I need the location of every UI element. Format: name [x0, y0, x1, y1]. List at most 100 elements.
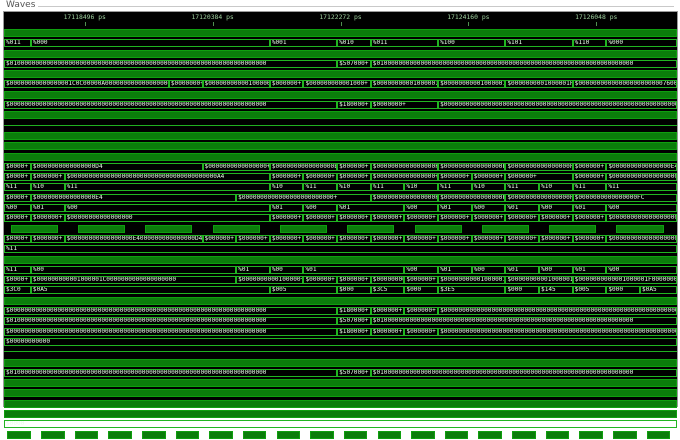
bus-value[interactable]: %00 [471, 265, 506, 274]
bus-value[interactable]: $010000000000000000000000000000000000000… [4, 368, 338, 377]
signal-row[interactable] [4, 347, 677, 357]
bus-value[interactable]: $000000+ [370, 327, 405, 336]
bus-value[interactable]: %00 [606, 265, 677, 274]
bus-value[interactable]: %110 [572, 39, 607, 48]
bus-value[interactable]: $0000+ [4, 234, 31, 243]
bus-value[interactable]: %11 [4, 265, 31, 274]
bus-value[interactable]: %101 [505, 39, 573, 48]
bus-value[interactable]: $000000+ [404, 327, 439, 336]
bus-value[interactable]: $00000000001000001+ [438, 80, 506, 89]
bus-value[interactable]: $0000+ [4, 162, 31, 171]
signal-row[interactable] [4, 224, 677, 234]
waveform-panel[interactable]: 17118496 ps 17120384 ps 17122272 ps 1712416… [3, 11, 678, 439]
bus-value[interactable]: $145 [539, 286, 573, 295]
bus-value[interactable]: %01 [269, 204, 304, 213]
bus-value[interactable]: $000000+ [370, 307, 405, 316]
bus-value[interactable]: $010000000000000000000000000000000000000… [4, 59, 338, 68]
bus-value[interactable]: %01 [438, 204, 472, 213]
bus-value[interactable]: $000000000001000001C0000000000000000000 [30, 276, 237, 285]
bus-value[interactable]: $0000+ [4, 276, 31, 285]
bus-value[interactable]: $005 [572, 286, 607, 295]
bus-value[interactable]: $000000+ [505, 234, 540, 243]
bus-value[interactable]: $0000000000000000000000000+ [236, 193, 371, 202]
bus-value[interactable]: $000000+ [269, 234, 304, 243]
bus-value[interactable]: $000000000000000000000000000000000000000… [64, 173, 270, 182]
bus-value[interactable]: %11 [438, 183, 472, 192]
bus-value[interactable]: $000000+ [337, 234, 371, 243]
bus-value[interactable]: $0000000000000000F8 [505, 193, 573, 202]
bus-value[interactable]: $000000+ [471, 214, 506, 223]
bus-value[interactable]: $0000+ [4, 173, 31, 182]
bus-value[interactable]: $010000000000000000000000000000000000000… [370, 368, 677, 377]
bus-value[interactable]: $000000+ [572, 234, 607, 243]
signal-row[interactable] [4, 121, 677, 131]
bus-value[interactable]: $000000+ [539, 234, 573, 243]
bus-value[interactable]: %011 [370, 39, 439, 48]
bus-value[interactable]: $005 [269, 286, 338, 295]
signal-row[interactable]: $0000+ $0000000000000000E4 $00000000000000… [4, 193, 677, 203]
bus-value[interactable]: $0000000000000000000 [606, 234, 677, 243]
bus-value[interactable]: $000000+ [202, 234, 237, 243]
signal-row[interactable]: %00 %01 %00 %01 %00 %01 %00 %01 %00 %01 %00 %01 %00 [4, 203, 677, 213]
signal-row[interactable]: $0000+ $000000+ $00000000000000000E4000000… [4, 234, 677, 244]
signal-row[interactable] [4, 358, 677, 368]
bus-value[interactable]: %01 [303, 265, 405, 274]
signal-row[interactable] [4, 296, 677, 306]
bus-value[interactable]: %10 [337, 183, 371, 192]
bus-value[interactable]: $000000+ [30, 173, 65, 182]
bus-value[interactable]: $010000000000000000000000000000000000000… [370, 59, 677, 68]
signal-row[interactable] [4, 49, 677, 59]
bus-value[interactable]: $000000+ [236, 234, 270, 243]
signal-row[interactable] [4, 399, 677, 409]
bus-value[interactable]: $00000000000 [4, 337, 677, 346]
bus-value[interactable]: $010000000000000000000000000000000000000… [4, 317, 338, 326]
bus-value[interactable]: $0000000+ [168, 80, 203, 89]
signal-row[interactable]: $0000+ $000000+ $0000000000000000000000000… [4, 172, 677, 182]
signal-row[interactable]: $000000000000000000000000000000000000000… [4, 306, 677, 316]
signal-row[interactable]: $00000000000 [4, 337, 677, 347]
bus-value[interactable]: $010000000000000000000000000000000000000… [370, 317, 677, 326]
signal-row[interactable]: $00000000000000001C0C00000A0000000000000… [4, 79, 677, 89]
bus-value[interactable]: $000000000000000000000000000000000000000… [4, 307, 338, 316]
signal-row[interactable]: $000000000000000000000000000000000000000… [4, 327, 677, 337]
bus-value[interactable]: $0000000000000000F8 [505, 162, 573, 171]
signal-row[interactable] [4, 90, 677, 100]
bus-value[interactable]: %10 [404, 183, 439, 192]
bus-value[interactable]: $000000+ [30, 214, 65, 223]
bus-value[interactable]: $00000000000000000 [64, 214, 270, 223]
bus-value[interactable]: $0000000000000000D4 [30, 162, 203, 171]
bus-value[interactable]: $0000000+ [370, 101, 439, 110]
bus-value[interactable]: $507000+ [337, 59, 371, 68]
bus-value[interactable]: $0000+ [4, 193, 31, 202]
bus-value[interactable]: $000 [606, 286, 640, 295]
bus-value[interactable]: %00 [404, 204, 439, 213]
bus-value[interactable]: $0000000000001000001F0000000000000000000 [572, 276, 677, 285]
time-ruler[interactable]: 17118496 ps 17120384 ps 17122272 ps 1712416… [4, 12, 677, 26]
bus-value[interactable]: %00 [303, 204, 338, 213]
bus-value[interactable]: %01 [30, 204, 65, 213]
signal-row[interactable]: $0000+ $000000+ $00000000000000000 $000000+… [4, 213, 677, 223]
bus-value[interactable]: %01 [236, 265, 270, 274]
bus-value[interactable]: $000000+ [404, 214, 439, 223]
bus-value[interactable]: $000000+ [303, 173, 338, 182]
bus-value[interactable]: %11 [606, 183, 677, 192]
bus-value[interactable]: %011 [4, 39, 31, 48]
bus-value[interactable]: %000 [606, 39, 677, 48]
bus-value[interactable]: $000000+ [505, 173, 573, 182]
bus-value[interactable]: $000 [337, 286, 371, 295]
bus-value[interactable]: $00000000001000001+ [370, 276, 405, 285]
bus-value[interactable]: %10 [30, 183, 65, 192]
bus-value[interactable]: $000000+ [404, 276, 439, 285]
bus-value[interactable]: $0000000000100000+ [236, 276, 304, 285]
signal-row[interactable]: %11 %00 %01 %00 %01 %00 %01 %00 %01 %00 %01 %00 [4, 265, 677, 275]
signal-row[interactable] [4, 28, 677, 38]
bus-value[interactable]: $0000000001000001F810F8A0000000000000000… [505, 80, 573, 89]
bus-value[interactable]: %100 [438, 39, 506, 48]
bus-value[interactable]: $000000+ [471, 173, 506, 182]
bus-value[interactable]: $000000000000000000000000000000000000000… [4, 327, 338, 336]
bus-value[interactable]: $000000+ [303, 214, 338, 223]
bus-value[interactable]: $0000000000000000F4 [438, 193, 506, 202]
bus-value[interactable]: $0A5 [30, 286, 270, 295]
bus-value[interactable]: $0000 [4, 420, 677, 429]
bus-value[interactable]: %01 [572, 265, 607, 274]
